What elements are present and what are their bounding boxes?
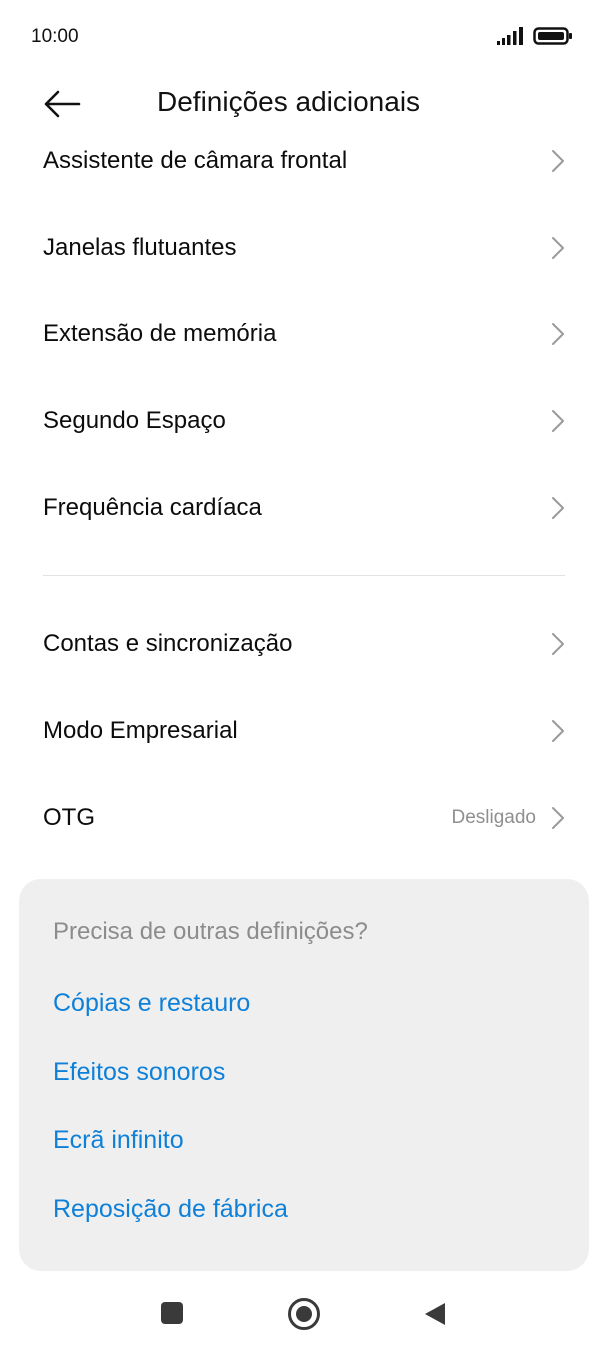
- square-icon[interactable]: [161, 1302, 183, 1324]
- menu-item-second-space[interactable]: Segundo Espaço: [0, 378, 608, 464]
- link-backup-restore[interactable]: Cópias e restauro: [53, 989, 250, 1018]
- chevron-right-icon: [552, 497, 564, 519]
- chevron-right-icon: [552, 720, 564, 742]
- circle-home-icon[interactable]: [287, 1297, 321, 1331]
- menu-item-label: Frequência cardíaca: [43, 494, 262, 521]
- menu-item-label: Janelas flutuantes: [43, 234, 237, 261]
- navigation-bar: [0, 1280, 608, 1352]
- menu-item-memory-extension[interactable]: Extensão de memória: [0, 291, 608, 377]
- menu-item-label: Contas e sincronização: [43, 630, 293, 657]
- menu-item-otg[interactable]: OTG Desligado: [0, 775, 608, 861]
- menu-item-label: Assistente de câmara frontal: [43, 147, 348, 174]
- status-time: 10:00: [31, 26, 79, 47]
- link-sound-effects[interactable]: Efeitos sonoros: [53, 1058, 225, 1087]
- link-infinity-display[interactable]: Ecrã infinito: [53, 1126, 184, 1155]
- chevron-right-icon: [552, 410, 564, 432]
- menu-item-label: Modo Empresarial: [43, 717, 238, 744]
- suggestions-card: Precisa de outras definições? Cópias e r…: [19, 879, 589, 1271]
- chevron-right-icon: [552, 150, 564, 172]
- menu-item-floating-windows[interactable]: Janelas flutuantes: [0, 205, 608, 291]
- menu-item-label: Extensão de memória: [43, 320, 277, 347]
- menu-item-front-camera-assistant[interactable]: Assistente de câmara frontal: [0, 118, 608, 204]
- menu-item-value: Desligado: [451, 807, 537, 828]
- chevron-right-icon: [552, 237, 564, 259]
- link-factory-reset[interactable]: Reposição de fábrica: [53, 1195, 288, 1224]
- chevron-right-icon: [552, 633, 564, 655]
- menu-item-heart-rate[interactable]: Frequência cardíaca: [0, 465, 608, 551]
- menu-item-accounts-sync[interactable]: Contas e sincronização: [0, 601, 608, 687]
- section-divider: [43, 575, 565, 576]
- menu-item-enterprise-mode[interactable]: Modo Empresarial: [0, 688, 608, 774]
- battery-full-icon: [533, 27, 572, 45]
- signal-bars-icon: [497, 27, 523, 45]
- suggestions-heading: Precisa de outras definições?: [53, 918, 368, 945]
- menu-item-label: OTG: [43, 804, 95, 831]
- chevron-right-icon: [552, 807, 564, 829]
- status-bar: 10:00: [0, 0, 608, 76]
- triangle-back-icon[interactable]: [424, 1302, 446, 1326]
- chevron-right-icon: [552, 323, 564, 345]
- menu-item-label: Segundo Espaço: [43, 407, 226, 434]
- page-title: Definições adicionais: [157, 86, 421, 117]
